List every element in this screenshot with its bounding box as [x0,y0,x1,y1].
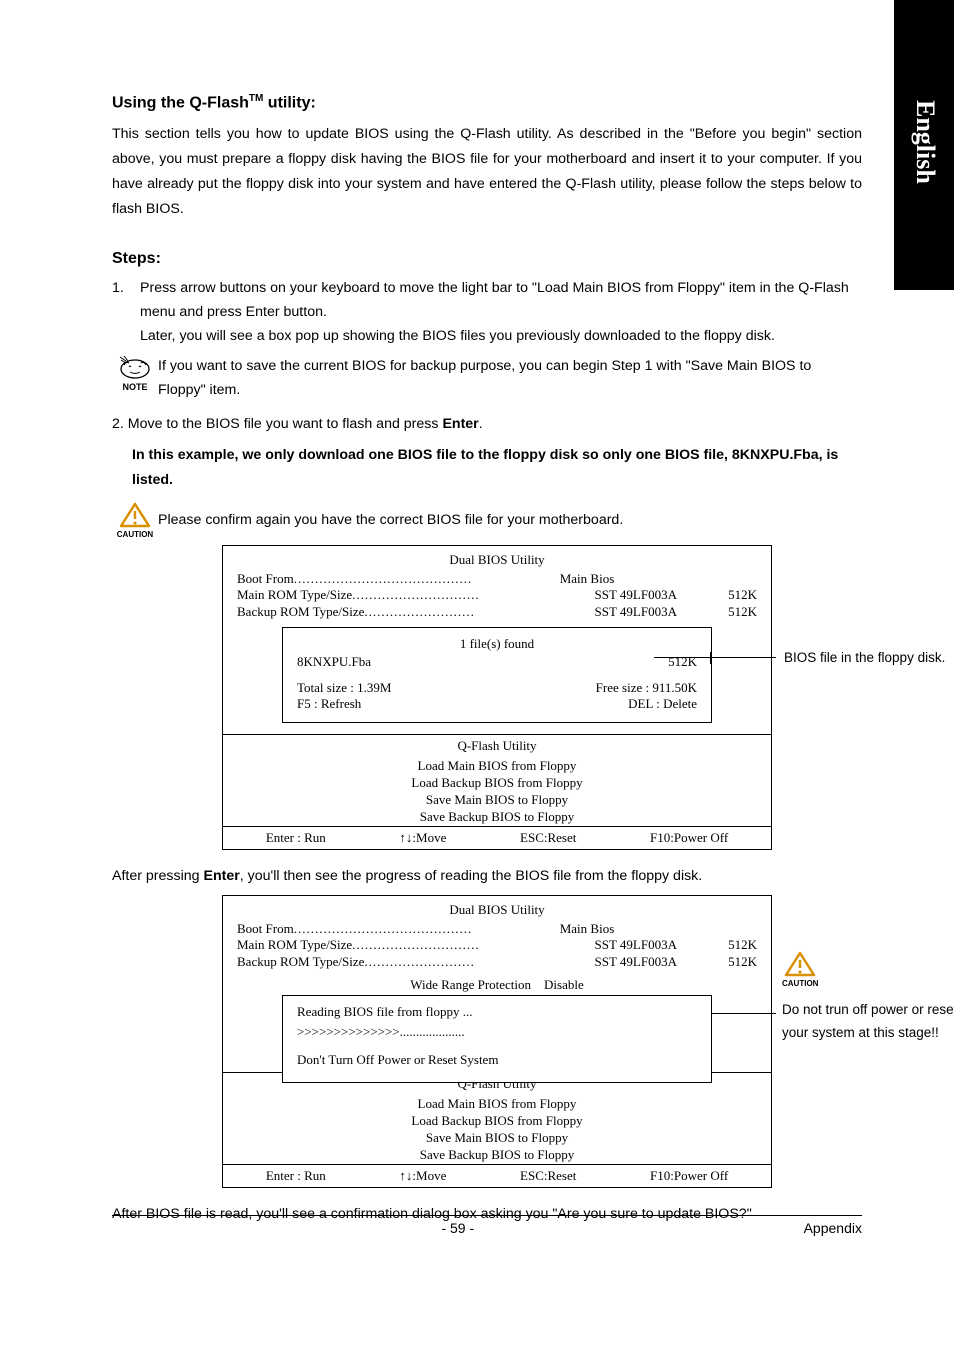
caution-icon-2: CAUTION [782,951,818,988]
after-press-enter: After pressing Enter, you'll then see th… [112,864,862,888]
qflash-item[interactable]: Save Backup BIOS to Floppy [223,809,771,826]
page-content: Using the Q-FlashTM utility: This sectio… [112,93,862,1231]
qflash-item[interactable]: Load Backup BIOS from Floppy [223,775,771,792]
f5-refresh: F5 : Refresh [297,696,361,712]
caution-icon: CAUTION [112,502,158,539]
note-icon-label: NOTE [122,382,147,392]
callout-line [710,657,776,658]
key-f10: F10:Power Off [650,830,728,847]
bios-screen-1: Dual BIOS Utility Boot From.............… [222,545,772,851]
total-size: Total size : 1.39M [297,680,391,696]
page-footer: - 59 - Appendix [112,1215,862,1236]
free-size: Free size : 911.50K [596,680,697,696]
caution-text: Please confirm again you have the correc… [158,512,862,528]
mainrom-label: Main ROM Type/Size [237,587,352,604]
backuprom-size: 512K [677,954,757,971]
backuprom-val: SST 49LF003A [595,604,677,621]
mainrom-label: Main ROM Type/Size [237,937,352,954]
bios-title: Dual BIOS Utility [223,902,771,919]
step2-bold: Enter [442,416,478,432]
callout-2: Do not trun off power or reset your syst… [782,999,954,1045]
backuprom-val: SST 49LF003A [595,954,677,971]
reading-label: Reading BIOS file from floppy ... [297,1004,697,1020]
section-name: Appendix [804,1220,862,1236]
key-esc: ESC:Reset [520,1168,576,1185]
caution-icon-label: CAUTION [782,979,818,988]
step2-post: . [479,416,483,432]
key-move: ↑↓:Move [399,830,446,847]
callout-line [712,1013,776,1014]
mainrom-val: SST 49LF003A [595,587,677,604]
page-number: - 59 - [441,1220,474,1236]
heading-post: utility: [263,94,315,111]
key-move: ↑↓:Move [399,1168,446,1185]
mainrom-val: SST 49LF003A [595,937,677,954]
del-delete: DEL : Delete [628,696,697,712]
step-number: 1. [112,276,140,348]
mainrom-size: 512K [677,937,757,954]
step-1: 1. Press arrow buttons on your keyboard … [112,276,862,348]
key-f10: F10:Power Off [650,1168,728,1185]
step-1b: Later, you will see a box pop up showing… [140,324,862,348]
backuprom-label: Backup ROM Type/Size [237,954,364,971]
heading-tm: TM [249,93,263,104]
intro-paragraph: This section tells you how to update BIO… [112,122,862,221]
mainrom-size: 512K [677,587,757,604]
qflash-item[interactable]: Load Backup BIOS from Floppy [223,1113,771,1130]
file-overlay: 1 file(s) found 8KNXPU.Fba 512K Total si… [282,627,712,723]
qflash-item[interactable]: Load Main BIOS from Floppy [223,1096,771,1113]
heading-pre: Using the Q-Flash [112,94,249,111]
note-icon: NOTE [112,354,158,392]
bios-screen-2: Dual BIOS Utility Boot From.............… [222,895,772,1189]
qflash-item[interactable]: Save Main BIOS to Floppy [223,1130,771,1147]
bios-title: Dual BIOS Utility [223,552,771,569]
boot-label: Boot From [237,921,294,938]
callout-1: BIOS file in the floppy disk. [784,647,954,670]
files-found: 1 file(s) found [297,636,697,652]
note-block: NOTE If you want to save the current BIO… [112,354,862,402]
boot-label: Boot From [237,571,294,588]
section-heading: Using the Q-FlashTM utility: [112,93,862,112]
caution-icon-label: CAUTION [112,530,158,539]
boot-val: Main Bios [497,571,677,588]
key-enter: Enter : Run [266,830,326,847]
progress-overlay: Reading BIOS file from floppy ... >>>>>>… [282,995,712,1083]
boot-val: Main Bios [497,921,677,938]
after-bold: Enter [203,868,239,884]
progress-bar: >>>>>>>>>>>>>>.................... [297,1024,697,1040]
callout-line [654,657,712,658]
key-row: Enter : Run ↑↓:Move ESC:Reset F10:Power … [223,1164,771,1188]
language-side-tab: English [894,0,954,290]
key-row: Enter : Run ↑↓:Move ESC:Reset F10:Power … [223,826,771,850]
backuprom-label: Backup ROM Type/Size [237,604,364,621]
step-2: 2. Move to the BIOS file you want to fla… [112,412,862,436]
after-pre: After pressing [112,868,203,884]
step2-pre: 2. Move to the BIOS file you want to fla… [112,416,442,432]
qflash-item[interactable]: Load Main BIOS from Floppy [223,758,771,775]
qflash-item[interactable]: Save Backup BIOS to Floppy [223,1147,771,1164]
qflash-item[interactable]: Save Main BIOS to Floppy [223,792,771,809]
backuprom-size: 512K [677,604,757,621]
file-name[interactable]: 8KNXPU.Fba [297,654,371,670]
caution-block: CAUTION Please confirm again you have th… [112,502,862,539]
steps-list: 1. Press arrow buttons on your keyboard … [112,276,862,348]
wrp-label: Wide Range Protection [410,977,531,992]
key-enter: Enter : Run [266,1168,326,1185]
after-post: , you'll then see the progress of readin… [240,868,702,884]
qflash-title: Q-Flash Utility [223,734,771,758]
steps-heading: Steps: [112,250,862,268]
power-warning: Don't Turn Off Power or Reset System [297,1052,697,1068]
key-esc: ESC:Reset [520,830,576,847]
example-note: In this example, we only download one BI… [132,443,862,494]
note-text: If you want to save the current BIOS for… [158,354,862,402]
step-1a: Press arrow buttons on your keyboard to … [140,276,862,324]
wrp-val: Disable [544,977,584,992]
callout-tick [710,652,711,664]
